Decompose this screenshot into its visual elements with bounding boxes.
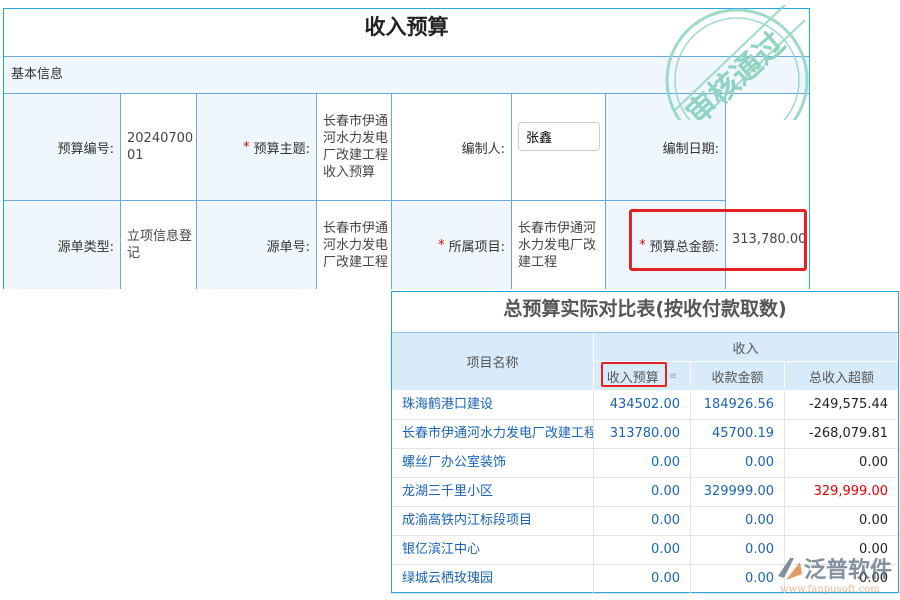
budget-header-highlight-box (601, 362, 667, 387)
header-over[interactable]: 总收入超额 (785, 362, 898, 391)
project-link[interactable]: 龙湖三千里小区 (392, 478, 594, 507)
budget-cell: 0.00 (594, 449, 691, 478)
over-cell: -268,079.81 (785, 420, 898, 449)
preparer-input[interactable] (518, 122, 600, 151)
fanpu-logo: 泛普软件 www.fanpusoft.com (772, 552, 898, 596)
table-title: 总预算实际对比表(按收付款取数) (392, 292, 898, 333)
header-project-name[interactable]: 项目名称 (392, 333, 594, 391)
project-label: *所属项目: (392, 201, 512, 289)
project-link[interactable]: 银亿滨江中心 (392, 536, 594, 565)
sort-icon[interactable]: ≡ (669, 371, 677, 382)
table-row: 螺丝厂办公室装饰0.000.000.00 (392, 449, 898, 478)
budget-cell: 0.00 (594, 536, 691, 565)
preparer-label: 编制人: (392, 94, 512, 201)
table-row: 成渝高铁内江标段项目0.000.000.00 (392, 507, 898, 536)
over-cell: 0.00 (785, 449, 898, 478)
source-no-value: 长春市伊通河水力发电厂改建工程 (317, 201, 392, 289)
received-cell: 45700.19 (691, 420, 785, 449)
received-cell: 0.00 (691, 565, 785, 594)
form-title: 收入预算 (4, 9, 809, 57)
subject-value: 长春市伊通河水力发电厂改建工程收入预算 (317, 94, 392, 201)
budget-cell: 0.00 (594, 478, 691, 507)
svg-text:www.fanpusoft.com: www.fanpusoft.com (780, 584, 880, 595)
date-label: 编制日期: (606, 94, 726, 201)
received-cell: 0.00 (691, 507, 785, 536)
budget-cell: 0.00 (594, 507, 691, 536)
table-row: 龙湖三千里小区0.00329999.00329,999.00 (392, 478, 898, 507)
budget-cell: 434502.00 (594, 391, 691, 420)
header-income-group: 收入 (594, 333, 898, 362)
section-basic-info: 基本信息 (4, 57, 809, 94)
table-row: 长春市伊通河水力发电厂改建工程313780.0045700.19-268,079… (392, 420, 898, 449)
project-link[interactable]: 绿城云栖玫瑰园 (392, 565, 594, 594)
svg-text:泛普软件: 泛普软件 (804, 557, 892, 583)
total-highlight-box (629, 209, 807, 271)
budget-comparison-table: 总预算实际对比表(按收付款取数) 项目名称 收入 收入预算≡ 收款金额 总收入超… (391, 291, 899, 593)
budget-cell: 0.00 (594, 565, 691, 594)
received-cell: 0.00 (691, 449, 785, 478)
budget-no-label: 预算编号: (4, 94, 121, 201)
source-type-value: 立项信息登记 (121, 201, 197, 289)
preparer-cell (512, 94, 606, 201)
project-link[interactable]: 成渝高铁内江标段项目 (392, 507, 594, 536)
project-value: 长春市伊通河水力发电厂改建工程 (512, 201, 606, 289)
budget-cell: 313780.00 (594, 420, 691, 449)
project-link[interactable]: 螺丝厂办公室装饰 (392, 449, 594, 478)
source-no-label: 源单号: (197, 201, 317, 289)
project-link[interactable]: 长春市伊通河水力发电厂改建工程 (392, 420, 594, 449)
subject-label: *预算主题: (197, 94, 317, 201)
budget-no-value: 2024070001 (121, 94, 197, 201)
over-cell: 329,999.00 (785, 478, 898, 507)
source-type-label: 源单类型: (4, 201, 121, 289)
over-cell: -249,575.44 (785, 391, 898, 420)
received-cell: 184926.56 (691, 391, 785, 420)
project-link[interactable]: 珠海鹤港口建设 (392, 391, 594, 420)
received-cell: 329999.00 (691, 478, 785, 507)
header-received[interactable]: 收款金额 (691, 362, 785, 391)
over-cell: 0.00 (785, 507, 898, 536)
received-cell: 0.00 (691, 536, 785, 565)
table-row: 珠海鹤港口建设434502.00184926.56-249,575.44 (392, 391, 898, 420)
